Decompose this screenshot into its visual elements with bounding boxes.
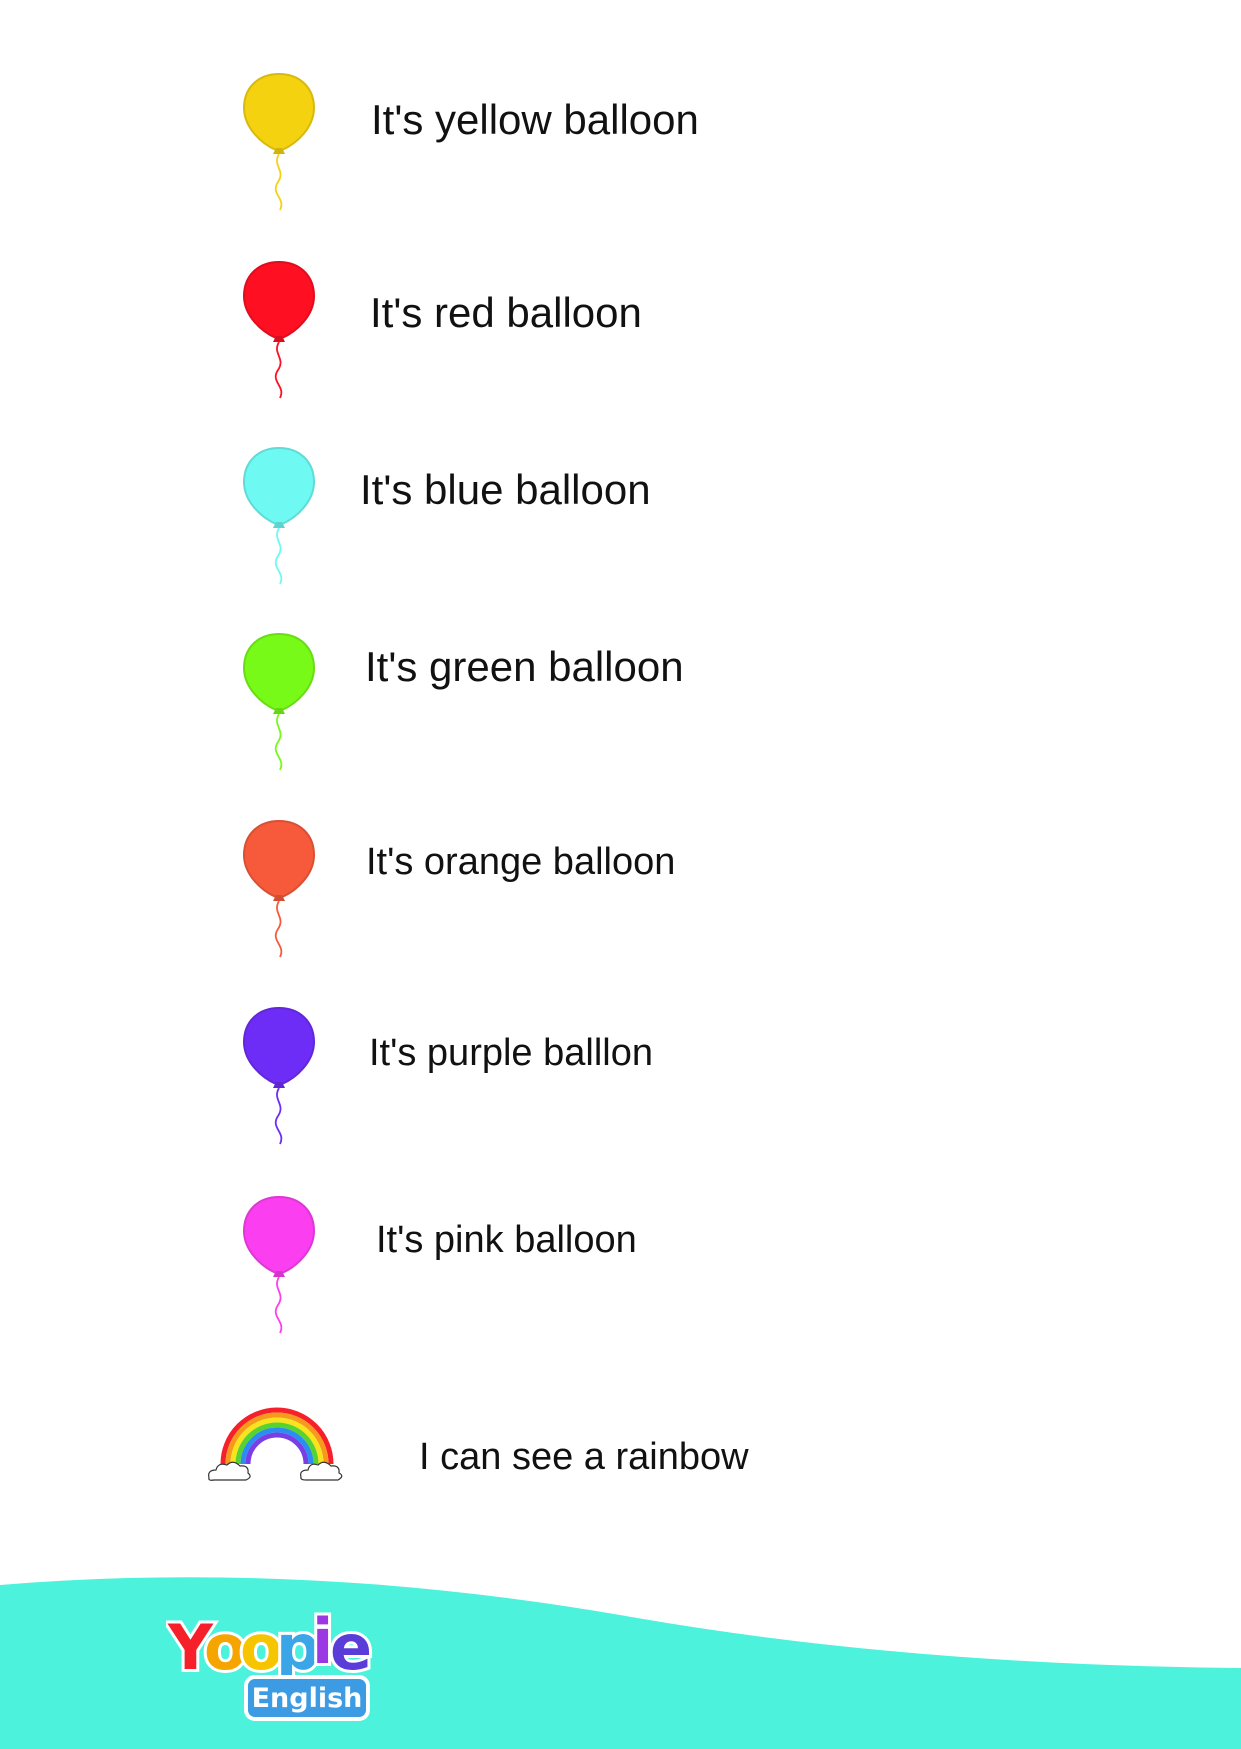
rainbow-label: I can see a rainbow	[419, 1436, 749, 1478]
logo-subtitle: English	[252, 1683, 363, 1714]
balloon-row-pink: It's pink balloon	[0, 1193, 1241, 1343]
yoopie-english-logo: Y o o p i e English	[166, 1605, 375, 1721]
balloon-label: It's purple balllon	[369, 1032, 653, 1074]
worksheet-page: It's yellow balloon It's red balloon It'…	[0, 0, 1241, 1749]
balloon-label: It's yellow balloon	[371, 96, 699, 143]
balloon-row-red: It's red balloon	[0, 258, 1241, 408]
logo-letter: e	[330, 1611, 372, 1684]
yellow-balloon-icon	[242, 72, 316, 211]
balloon-row-orange: It's orange balloon	[0, 817, 1241, 967]
red-balloon-icon	[242, 260, 316, 399]
purple-balloon-icon	[242, 1006, 316, 1145]
balloon-label: It's green balloon	[365, 643, 684, 690]
balloon-label: It's orange balloon	[366, 841, 676, 883]
rainbow-icon	[208, 1407, 343, 1481]
pink-balloon-icon	[242, 1195, 316, 1334]
balloon-label: It's blue balloon	[360, 466, 651, 513]
orange-balloon-icon	[242, 819, 316, 958]
green-balloon-icon	[242, 632, 316, 771]
balloon-row-blue: It's blue balloon	[0, 444, 1241, 594]
balloon-row-purple: It's purple balllon	[0, 1004, 1241, 1154]
logo-wordmark: Y o o p i e	[166, 1605, 375, 1687]
cloud-left-icon	[208, 1461, 251, 1481]
balloon-label: It's red balloon	[370, 289, 642, 336]
balloon-label: It's pink balloon	[376, 1219, 637, 1261]
cloud-right-icon	[300, 1461, 343, 1481]
balloon-row-green: It's green balloon	[0, 630, 1241, 780]
blue-balloon-icon	[242, 446, 316, 585]
balloon-row-yellow: It's yellow balloon	[0, 70, 1241, 220]
